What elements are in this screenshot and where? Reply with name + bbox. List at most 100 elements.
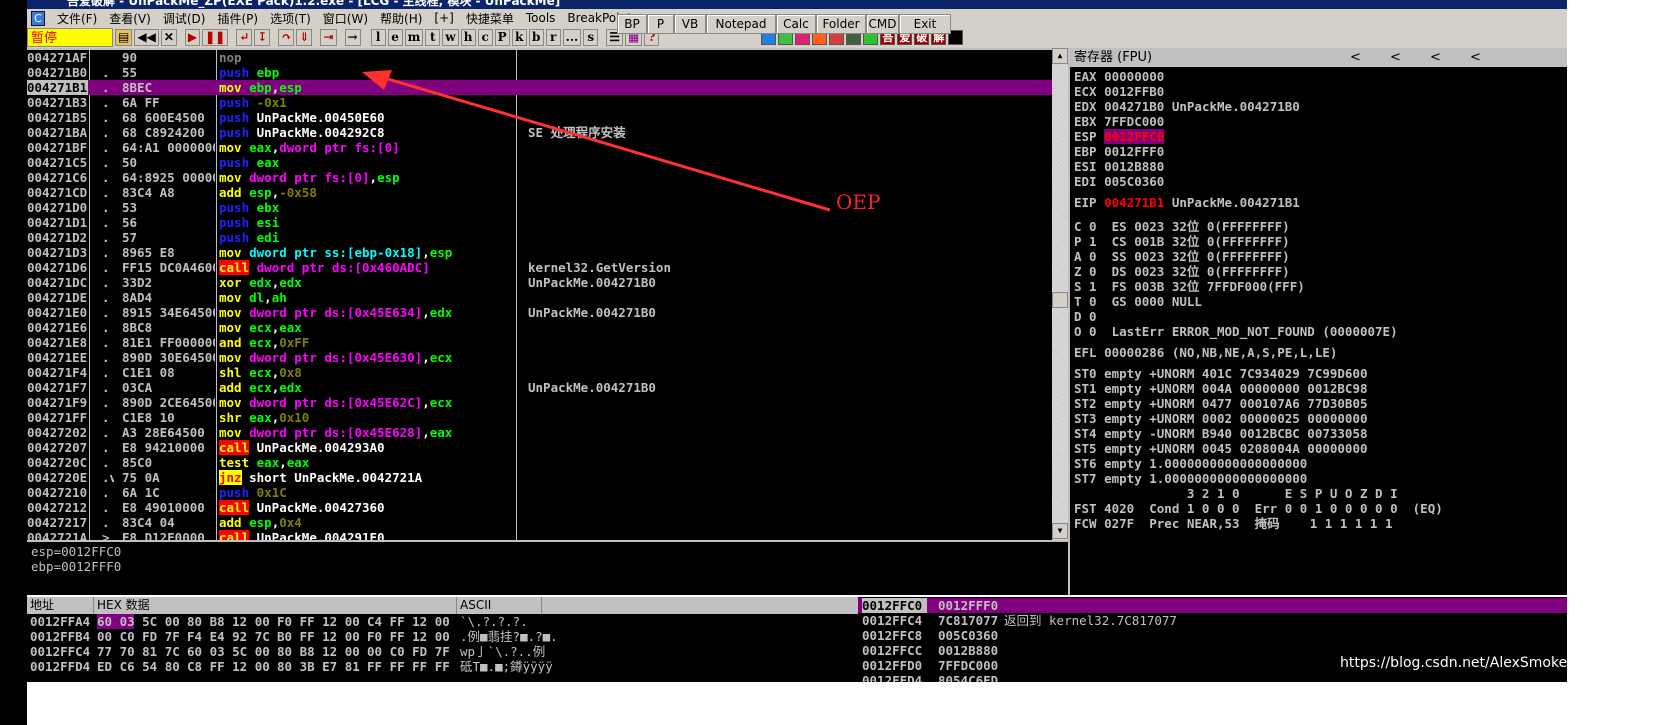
register-value[interactable]: 0012B880	[1104, 159, 1164, 174]
toolbar-window-button[interactable]: k	[511, 29, 527, 46]
disasm-row[interactable]: 004271E6 8BC8. mov ecx,eax	[27, 320, 1052, 335]
disasm-row[interactable]: 00427217 83C4 04. add esp,0x4	[27, 515, 1052, 530]
register-value[interactable]: 0012FFC0	[1104, 129, 1165, 144]
instruction[interactable]: mov dword ptr ds:[0x45E62C],ecx	[219, 395, 515, 410]
address[interactable]: 004271B3	[27, 95, 88, 110]
register-ebx[interactable]: EBX 7FFDC000	[1070, 114, 1567, 129]
stack-address[interactable]: 0012FFD0	[862, 658, 922, 673]
ascii-text[interactable]: .例■翡挂?■.?■.	[460, 629, 558, 644]
plugin-button[interactable]: Folder	[816, 14, 866, 34]
toolbar-window-button[interactable]: w	[442, 29, 459, 46]
toolbar-window-button[interactable]: h	[460, 29, 476, 46]
menu-item[interactable]: 查看(V)	[109, 10, 151, 27]
hex-row[interactable]: 0012FFD4 ED C6 54 80 C8 FF 12 00 80 3B E7 8…	[27, 659, 858, 674]
instruction[interactable]: add esp,-0x58	[219, 185, 515, 200]
register-eip[interactable]: EIP 004271B1 UnPackMe.004271B1	[1070, 195, 1567, 210]
menu-item[interactable]: 文件(F)	[57, 10, 97, 27]
instruction[interactable]: and ecx,0xFF	[219, 335, 515, 350]
hex-group[interactable]: B0 FF 12 00	[277, 629, 360, 644]
trace-into-icon[interactable]: ↷	[278, 29, 295, 46]
fpu-line[interactable]: ST6 empty 1.0000000000000000000	[1070, 456, 1567, 471]
register-value[interactable]: 004271B0	[1104, 99, 1164, 114]
address[interactable]: 004271DE	[27, 290, 88, 305]
flag-line[interactable]: T 0 GS 0000 NULL	[1070, 294, 1567, 309]
instruction[interactable]: mov dword ptr ss:[ebp-0x18],esp	[219, 245, 515, 260]
address[interactable]: 00427210	[27, 485, 88, 500]
collapse-arrow-icon[interactable]: <	[1350, 48, 1390, 67]
instruction[interactable]: xor edx,edx	[219, 275, 515, 290]
ascii-text[interactable]: wp亅`\.?..例	[460, 644, 545, 659]
address[interactable]: 004271D3	[27, 245, 88, 260]
address[interactable]: 00427207	[27, 440, 88, 455]
register-esp[interactable]: ESP 0012FFC0	[1070, 129, 1567, 144]
instruction[interactable]: push UnPackMe.00450E60	[219, 110, 515, 125]
address[interactable]: 0042720E	[27, 470, 88, 485]
address[interactable]: 00427202	[27, 425, 88, 440]
register-value[interactable]: 005C0360	[1104, 174, 1164, 189]
hex-group[interactable]: 80 3B E7 81	[277, 659, 360, 674]
toolbar-window-button[interactable]: m	[404, 29, 424, 46]
address[interactable]: 00427217	[27, 515, 88, 530]
disasm-row[interactable]: 004271D0 53. push ebx	[27, 200, 1052, 215]
menu-item[interactable]: 快捷菜单	[466, 10, 514, 27]
hex-group[interactable]: C8 FF 12 00	[187, 659, 270, 674]
toolbar-window-button[interactable]: e	[387, 29, 403, 46]
close-icon[interactable]: ✕	[160, 29, 177, 46]
disassembly-scrollbar[interactable]: ▲ ▼	[1052, 48, 1068, 540]
address[interactable]: 004271F4	[27, 365, 88, 380]
address[interactable]: 004271C5	[27, 155, 88, 170]
address[interactable]: 004271C6	[27, 170, 88, 185]
register-edi[interactable]: EDI 005C0360	[1070, 174, 1567, 189]
toolbar-window-button[interactable]: l	[370, 29, 386, 46]
app-icon[interactable]: C	[31, 10, 45, 26]
instruction[interactable]: call UnPackMe.004291F0	[219, 530, 515, 540]
menu-item[interactable]: 调试(D)	[163, 10, 206, 27]
instruction[interactable]: mov ebp,esp	[219, 80, 515, 95]
hex-group[interactable]: FF FF FF FF	[367, 659, 450, 674]
instruction[interactable]: mov ecx,eax	[219, 320, 515, 335]
run-icon[interactable]: ▶	[184, 29, 201, 46]
instruction[interactable]: shr eax,0x10	[219, 410, 515, 425]
plugin-button[interactable]: BP	[617, 14, 647, 34]
stack-row[interactable]: 0012FFD4 8054C6ED	[858, 673, 1567, 682]
ascii-text[interactable]: `\.?.?.?.	[460, 614, 528, 629]
disasm-row[interactable]: 004271D3 8965 E8. mov dword ptr ss:[ebp-0x…	[27, 245, 1052, 260]
register-value[interactable]: 0012FFF0	[1104, 144, 1164, 159]
collapse-arrow-icon[interactable]: <	[1430, 48, 1470, 67]
disasm-row[interactable]: 004271DC 33D2. xor edx,edx UnPackMe.004271B…	[27, 275, 1052, 290]
stack-value[interactable]: 7FFDC000	[938, 658, 998, 673]
hex-address[interactable]: 0012FFD4	[30, 659, 90, 674]
disasm-row[interactable]: 004271EE 890D 30E64500. mov dword ptr ds:[…	[27, 350, 1052, 365]
flag-line[interactable]: D 0	[1070, 309, 1567, 324]
collapse-arrow-icon[interactable]: <	[1390, 48, 1430, 67]
plugin-button[interactable]: P	[647, 14, 674, 34]
disasm-row[interactable]: 004271F4 C1E1 08. shl ecx,0x8	[27, 365, 1052, 380]
stack-row[interactable]: 0012FFC4 7C817077 返回到 kernel32.7C817077	[858, 613, 1567, 628]
toolbar-window-button[interactable]: P	[494, 29, 510, 46]
toolbar-window-button[interactable]: ...	[562, 29, 582, 46]
instruction[interactable]: jnz short UnPackMe.0042721A	[219, 470, 515, 485]
flag-line[interactable]: A 0 SS 0023 32位 0(FFFFFFFF)	[1070, 249, 1567, 264]
stack-value[interactable]: 0012B880	[938, 643, 998, 658]
stack-address[interactable]: 0012FFCC	[862, 643, 922, 658]
flag-line[interactable]: C 0 ES 0023 32位 0(FFFFFFFF)	[1070, 219, 1567, 234]
instruction[interactable]: add esp,0x4	[219, 515, 515, 530]
hex-group[interactable]: 00 C0 FD 7F	[367, 644, 450, 659]
stack-value[interactable]: 0012FFF0	[938, 598, 998, 613]
disasm-row[interactable]: 004271AF 90 nop	[27, 50, 1052, 65]
col-address[interactable]: 地址	[27, 597, 94, 614]
instruction[interactable]: shl ecx,0x8	[219, 365, 515, 380]
hex-row[interactable]: 0012FFC4 77 70 81 7C 60 03 5C 00 80 B8 12 0…	[27, 644, 858, 659]
registers-header[interactable]: 寄存器 (FPU) < < < <	[1070, 48, 1567, 67]
stack-address[interactable]: 0012FFC8	[862, 628, 922, 643]
flag-line[interactable]: S 1 FS 003B 32位 7FFDF000(FFF)	[1070, 279, 1567, 294]
instruction[interactable]: push ebx	[219, 200, 515, 215]
hex-group[interactable]: 80 B8 12 00	[187, 614, 270, 629]
execute-till-return-icon[interactable]: ⇥	[320, 29, 337, 46]
instruction[interactable]: call UnPackMe.00427360	[219, 500, 515, 515]
hex-group[interactable]: C4 FF 12 00	[367, 614, 450, 629]
disasm-row[interactable]: 004271DE 8AD4. mov dl,ah	[27, 290, 1052, 305]
stack-address[interactable]: 0012FFC4	[862, 613, 922, 628]
hex-address[interactable]: 0012FFA4	[30, 614, 90, 629]
open-icon[interactable]: ▤	[115, 29, 133, 46]
